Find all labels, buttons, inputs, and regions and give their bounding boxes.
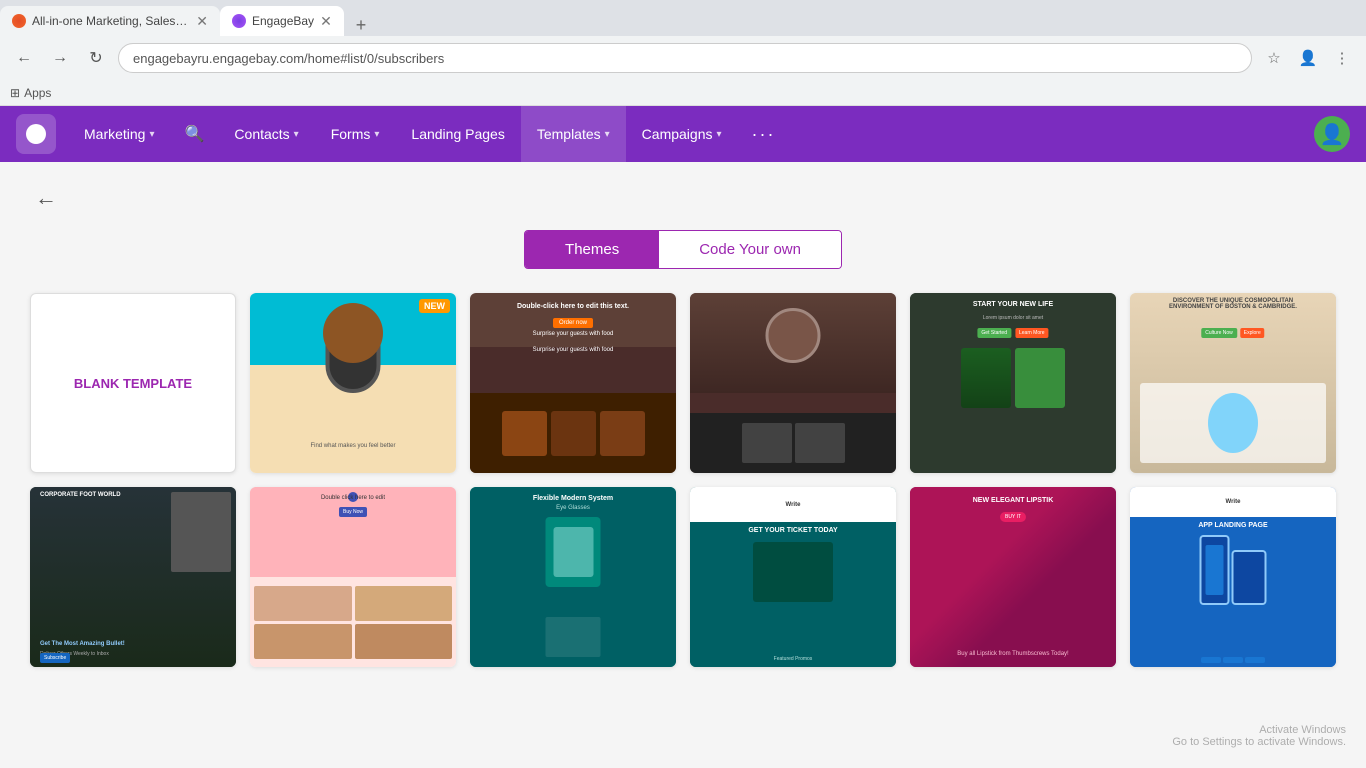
back-button[interactable]: ← [30,182,62,214]
tab-favicon-2 [232,14,246,28]
tab-close-1[interactable]: ✕ [196,13,208,30]
browser-tab-2[interactable]: EngageBay ✕ [220,6,344,36]
nav-avatar[interactable]: 👤 [1314,116,1350,152]
apps-label: Apps [24,86,51,100]
template-thumb-11: Write APP LANDING PAGE [1130,487,1336,667]
apps-bar: ⊞ Apps [0,80,1366,106]
browser-tabs: All-in-one Marketing, Sales, Sup… ✕ Enga… [0,0,1366,36]
template-card-1[interactable]: NEW Find what makes you feel better [250,293,456,473]
windows-watermark: Activate Windows Go to Settings to activ… [1172,724,1346,748]
refresh-button[interactable]: ↻ [82,44,110,72]
template-card-4[interactable]: START YOUR NEW LIFE Lorem ipsum dolor si… [910,293,1116,473]
template-grid: BLANK TEMPLATE NEW Find what makes you f… [30,293,1336,667]
nav-marketing-label: Marketing [84,126,145,142]
forms-chevron-icon: ▾ [374,129,379,140]
templates-chevron-icon: ▾ [605,129,610,140]
app-logo[interactable] [16,114,56,154]
back-nav-button[interactable]: ← [10,44,38,72]
nav-landing-pages[interactable]: Landing Pages [395,106,520,162]
template-thumb-1: NEW Find what makes you feel better [250,293,456,473]
nav-marketing[interactable]: Marketing ▾ [68,106,171,162]
template-card-5[interactable]: DISCOVER THE UNIQUE COSMOPOLITAN ENVIRON… [1130,293,1336,473]
template-thumb-4: START YOUR NEW LIFE Lorem ipsum dolor si… [910,293,1116,473]
logo-icon [24,122,48,146]
nav-templates[interactable]: Templates ▾ [521,106,626,162]
marketing-chevron-icon: ▾ [149,129,154,140]
new-badge-1: NEW [419,299,450,313]
browser-chrome: All-in-one Marketing, Sales, Sup… ✕ Enga… [0,0,1366,106]
profile-icon[interactable]: 👤 [1294,44,1322,72]
template-thumb-9: Write GET YOUR TICKET TODAY Featured Pro… [690,487,896,667]
template-thumb-8: Flexible Modern System Eye Glasses [470,487,676,667]
template-card-7[interactable]: Double click here to edit Buy Now [250,487,456,667]
blank-template-label: BLANK TEMPLATE [74,376,192,391]
nav-forms[interactable]: Forms ▾ [315,106,396,162]
template-card-9[interactable]: Write GET YOUR TICKET TODAY Featured Pro… [690,487,896,667]
browser-toolbar: ← → ↻ engagebayru.engagebay.com/home#lis… [0,36,1366,80]
nav-more-button[interactable]: ··· [738,106,790,162]
address-bar[interactable]: engagebayru.engagebay.com/home#list/0/su… [118,43,1252,73]
toolbar-icons: ☆ 👤 ⋮ [1260,44,1356,72]
url-text: engagebayru.engagebay.com/home#list/0/su… [133,51,444,66]
template-card-blank[interactable]: BLANK TEMPLATE [30,293,236,473]
nav-campaigns-label: Campaigns [642,126,713,142]
apps-grid-icon: ⊞ [10,86,20,100]
new-tab-button[interactable]: + [348,15,375,36]
tab-group: Themes Code Your own [524,230,842,269]
tab-title-1: All-in-one Marketing, Sales, Sup… [32,14,190,28]
nav-landing-pages-label: Landing Pages [411,126,504,142]
watermark-line2: Go to Settings to activate Windows. [1172,736,1346,748]
template-thumb-7: Double click here to edit Buy Now [250,487,456,667]
main-content: ← Themes Code Your own BLANK TEMPLATE NE… [0,162,1366,722]
template-card-6[interactable]: CORPORATE FOOT WORLD Get The Most Amazin… [30,487,236,667]
page-tabs: Themes Code Your own [30,230,1336,269]
menu-icon[interactable]: ⋮ [1328,44,1356,72]
template-thumb-3: Enable text here to add text [690,293,896,473]
template-thumb-2: Double-click here to edit this text. Ord… [470,293,676,473]
nav-templates-label: Templates [537,126,601,142]
tab-title-2: EngageBay [252,14,314,28]
watermark-line1: Activate Windows [1172,724,1346,736]
tab-themes[interactable]: Themes [525,231,659,268]
template-card-2[interactable]: Double-click here to edit this text. Ord… [470,293,676,473]
template-card-8[interactable]: Flexible Modern System Eye Glasses [470,487,676,667]
template-card-10[interactable]: NEW ELEGANT LIPSTIK BUY IT Buy all Lipst… [910,487,1116,667]
campaigns-chevron-icon: ▾ [717,129,722,140]
nav-contacts-label: Contacts [234,126,289,142]
app-nav: Marketing ▾ 🔍 Contacts ▾ Forms ▾ Landing… [0,106,1366,162]
contacts-chevron-icon: ▾ [294,129,299,140]
browser-tab-1[interactable]: All-in-one Marketing, Sales, Sup… ✕ [0,6,220,36]
forward-nav-button[interactable]: → [46,44,74,72]
template-thumb-5: DISCOVER THE UNIQUE COSMOPOLITAN ENVIRON… [1130,293,1336,473]
search-icon: 🔍 [185,124,205,144]
nav-campaigns[interactable]: Campaigns ▾ [626,106,738,162]
template-thumb-10: NEW ELEGANT LIPSTIK BUY IT Buy all Lipst… [910,487,1116,667]
avatar-image: 👤 [1320,122,1345,147]
nav-search-button[interactable]: 🔍 [171,106,219,162]
template-card-3[interactable]: Enable text here to add text [690,293,896,473]
template-thumb-6: CORPORATE FOOT WORLD Get The Most Amazin… [30,487,236,667]
nav-contacts[interactable]: Contacts ▾ [218,106,314,162]
bookmark-icon[interactable]: ☆ [1260,44,1288,72]
more-icon: ··· [752,124,776,145]
nav-forms-label: Forms [331,126,371,142]
template-card-11[interactable]: Write APP LANDING PAGE [1130,487,1336,667]
tab-close-2[interactable]: ✕ [320,13,332,30]
tab-favicon-1 [12,14,26,28]
tab-code-your-own[interactable]: Code Your own [659,231,841,268]
